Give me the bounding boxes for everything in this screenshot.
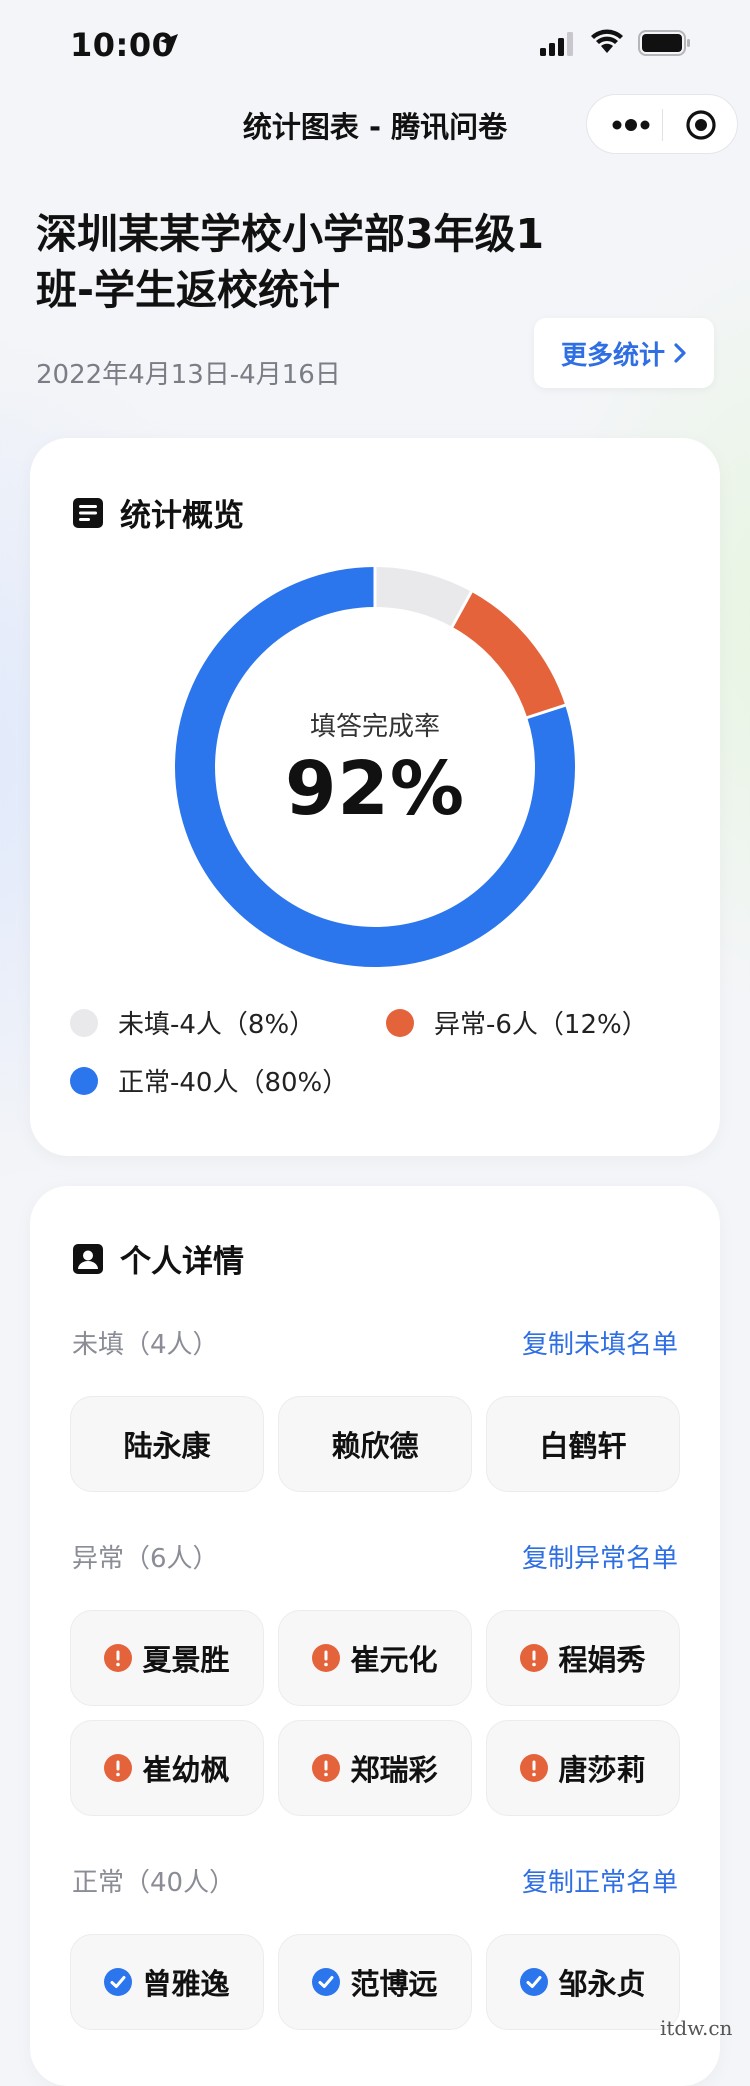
warning-icon: [520, 1754, 549, 1782]
student-name: 范博远: [350, 1967, 438, 2001]
document-list-icon: [73, 497, 103, 528]
copy-abnormal-list-link[interactable]: 复制异常名单: [522, 1538, 678, 1575]
student-name: 崔幼枫: [142, 1753, 230, 1787]
person-card-icon: [73, 1243, 103, 1274]
details-card: 个人详情 未填（4人） 复制未填名单 陆永康 赖欣德 白鹤轩 异常（6人） 复制…: [30, 1186, 720, 2086]
overview-title: 统计概览: [120, 498, 244, 534]
warning-icon: [104, 1754, 133, 1782]
legend-dot-unfilled: [70, 1008, 98, 1037]
student-chip[interactable]: 夏景胜: [70, 1610, 264, 1706]
student-name: 崔元化: [350, 1643, 438, 1677]
student-name: 陆永康: [123, 1429, 211, 1463]
copy-normal-list-link[interactable]: 复制正常名单: [522, 1862, 678, 1899]
legend-label-unfilled: 未填-4人（8%）: [118, 1010, 316, 1040]
status-bar: 10:00: [0, 0, 750, 88]
student-chip[interactable]: 白鹤轩: [486, 1396, 680, 1492]
warning-icon: [312, 1644, 341, 1672]
battery-icon: [638, 30, 690, 56]
close-miniprogram-icon[interactable]: [685, 109, 717, 141]
student-name: 唐莎莉: [558, 1753, 646, 1787]
student-chip[interactable]: 陆永康: [70, 1396, 264, 1492]
legend-dot-abnormal: [386, 1008, 414, 1037]
completion-rate-label: 填答完成率: [309, 712, 440, 742]
legend-item-unfilled: 未填-4人（8%）: [70, 1004, 315, 1041]
student-chip[interactable]: 范博远: [278, 1934, 472, 2030]
warning-icon: [312, 1754, 341, 1782]
student-name: 郑瑞彩: [350, 1753, 438, 1787]
student-chip[interactable]: 崔幼枫: [70, 1720, 264, 1816]
legend-item-normal: 正常-40人（80%）: [70, 1062, 348, 1099]
completion-rate-value: 92%: [284, 746, 466, 832]
check-circle-icon: [520, 1968, 549, 1996]
overview-card: 统计概览 填答完成率 92% 未填-4人（8%） 异常-6人（12%） 正常-4…: [30, 438, 720, 1156]
more-stats-button[interactable]: 更多统计: [534, 318, 714, 388]
chevron-right-icon: [674, 343, 686, 363]
section-label-normal: 正常（40人）: [72, 1868, 236, 1898]
student-chip[interactable]: 唐莎莉: [486, 1720, 680, 1816]
student-chip[interactable]: 邹永贞: [486, 1934, 680, 2030]
location-arrow-icon: [160, 34, 178, 52]
watermark-text: itdw.cn: [660, 2016, 733, 2040]
section-label-unfilled: 未填（4人）: [72, 1330, 219, 1360]
warning-icon: [520, 1644, 549, 1672]
details-header: 个人详情: [72, 1236, 244, 1281]
legend-label-normal: 正常-40人（80%）: [118, 1068, 349, 1098]
student-chip[interactable]: 程娟秀: [486, 1610, 680, 1706]
student-name: 程娟秀: [558, 1643, 646, 1677]
overview-header: 统计概览: [72, 490, 244, 535]
legend-item-abnormal: 异常-6人（12%）: [386, 1004, 648, 1041]
legend-dot-normal: [70, 1066, 98, 1095]
student-name: 夏景胜: [142, 1643, 230, 1677]
date-range: 2022年4月13日-4月16日: [36, 360, 341, 390]
more-options-icon[interactable]: [609, 113, 653, 137]
check-circle-icon: [104, 1968, 133, 1996]
student-chip[interactable]: 崔元化: [278, 1610, 472, 1706]
page-title: 深圳某某学校小学部3年级1班-学生返校统计: [36, 210, 545, 314]
check-circle-icon: [312, 1968, 341, 1996]
student-name: 曾雅逸: [142, 1967, 230, 2001]
more-stats-label: 更多统计: [560, 340, 665, 371]
student-name: 赖欣德: [331, 1429, 419, 1463]
mini-program-capsule: [586, 94, 738, 154]
details-title: 个人详情: [120, 1244, 244, 1280]
student-chip[interactable]: 郑瑞彩: [278, 1720, 472, 1816]
wifi-icon: [591, 29, 623, 53]
student-chip[interactable]: 曾雅逸: [70, 1934, 264, 2030]
cellular-signal-icon: [540, 32, 573, 56]
student-chip[interactable]: 赖欣德: [278, 1396, 472, 1492]
capsule-divider: [662, 109, 663, 141]
legend-label-abnormal: 异常-6人（12%）: [434, 1010, 648, 1040]
section-label-abnormal: 异常（6人）: [72, 1544, 219, 1574]
copy-unfilled-list-link[interactable]: 复制未填名单: [522, 1324, 678, 1361]
student-name: 白鹤轩: [539, 1429, 627, 1463]
warning-icon: [104, 1644, 133, 1672]
student-name: 邹永贞: [558, 1967, 646, 2001]
